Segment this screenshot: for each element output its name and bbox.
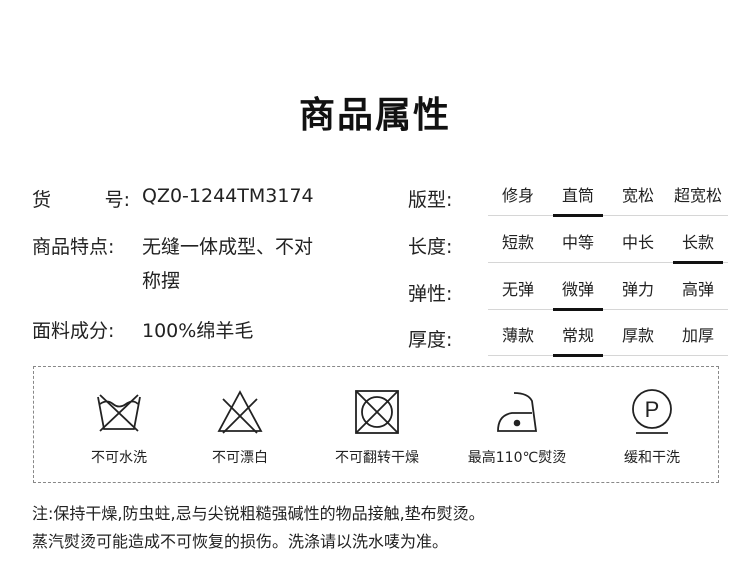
feature-label: 商品特点: (32, 236, 115, 258)
attr-option: 中等 (561, 233, 594, 252)
attr-option: 宽松 (621, 186, 654, 205)
attr-option: 加厚 (681, 326, 714, 345)
attr-option: 高弹 (681, 280, 714, 299)
attr-option-selected: 微弹 (548, 273, 608, 311)
care-instructions-box: 不可水洗 不可漂白 不可翻转干燥 最高110℃熨烫 P 缓和干洗 (33, 366, 719, 483)
attr-option: 中长 (621, 233, 654, 252)
attr-option: 弹力 (621, 280, 654, 299)
item-number-label: 货 号: (32, 189, 130, 211)
attr-option-selected: 常规 (548, 319, 608, 357)
attr-options: 修身 直筒 宽松 超宽松 (488, 179, 728, 217)
attr-label: 长度: (408, 236, 453, 258)
iron-110-icon (492, 387, 542, 437)
attr-option: 短款 (501, 233, 534, 252)
attr-options: 短款 中等 中长 长款 (488, 226, 728, 264)
attr-options: 薄款 常规 厚款 加厚 (488, 319, 728, 357)
attr-option-selected: 长款 (668, 226, 728, 264)
item-number-value: QZ0-1244TM3174 (142, 185, 314, 207)
gentle-dry-clean-icon: P (627, 387, 677, 437)
note-line-1: 注:保持干燥,防虫蛀,忌与尖锐粗糙强碱性的物品接触,垫布熨烫。 (32, 504, 485, 523)
attr-option: 厚款 (621, 326, 654, 345)
attr-label: 版型: (408, 189, 453, 211)
note-line-2: 蒸汽熨烫可能造成不可恢复的损伤。洗涤请以洗水唛为准。 (32, 532, 449, 551)
feature-value-line1: 无缝一体成型、不对 (142, 236, 314, 258)
no-water-wash-icon (94, 387, 144, 437)
svg-text:P: P (645, 397, 660, 422)
attr-label: 弹性: (408, 283, 453, 305)
page-title: 商品属性 (298, 95, 451, 136)
attr-option-selected: 直筒 (548, 179, 608, 217)
material-label: 面料成分: (32, 320, 115, 342)
attr-option: 薄款 (501, 326, 534, 345)
feature-value-line2: 称摆 (142, 270, 181, 292)
care-item: 最高110℃熨烫 (442, 367, 592, 484)
care-item: 不可漂白 (165, 367, 315, 484)
attr-option: 无弹 (501, 280, 534, 299)
attr-options: 无弹 微弹 弹力 高弹 (488, 273, 728, 311)
material-value: 100%绵羊毛 (142, 320, 254, 342)
care-item: 不可翻转干燥 (302, 367, 452, 484)
attr-label: 厚度: (408, 329, 453, 351)
no-tumble-dry-icon (352, 387, 402, 437)
no-bleach-icon (215, 387, 265, 437)
attr-option: 超宽松 (673, 186, 722, 205)
attr-option: 修身 (501, 186, 534, 205)
care-item: P 缓和干洗 (577, 367, 727, 484)
